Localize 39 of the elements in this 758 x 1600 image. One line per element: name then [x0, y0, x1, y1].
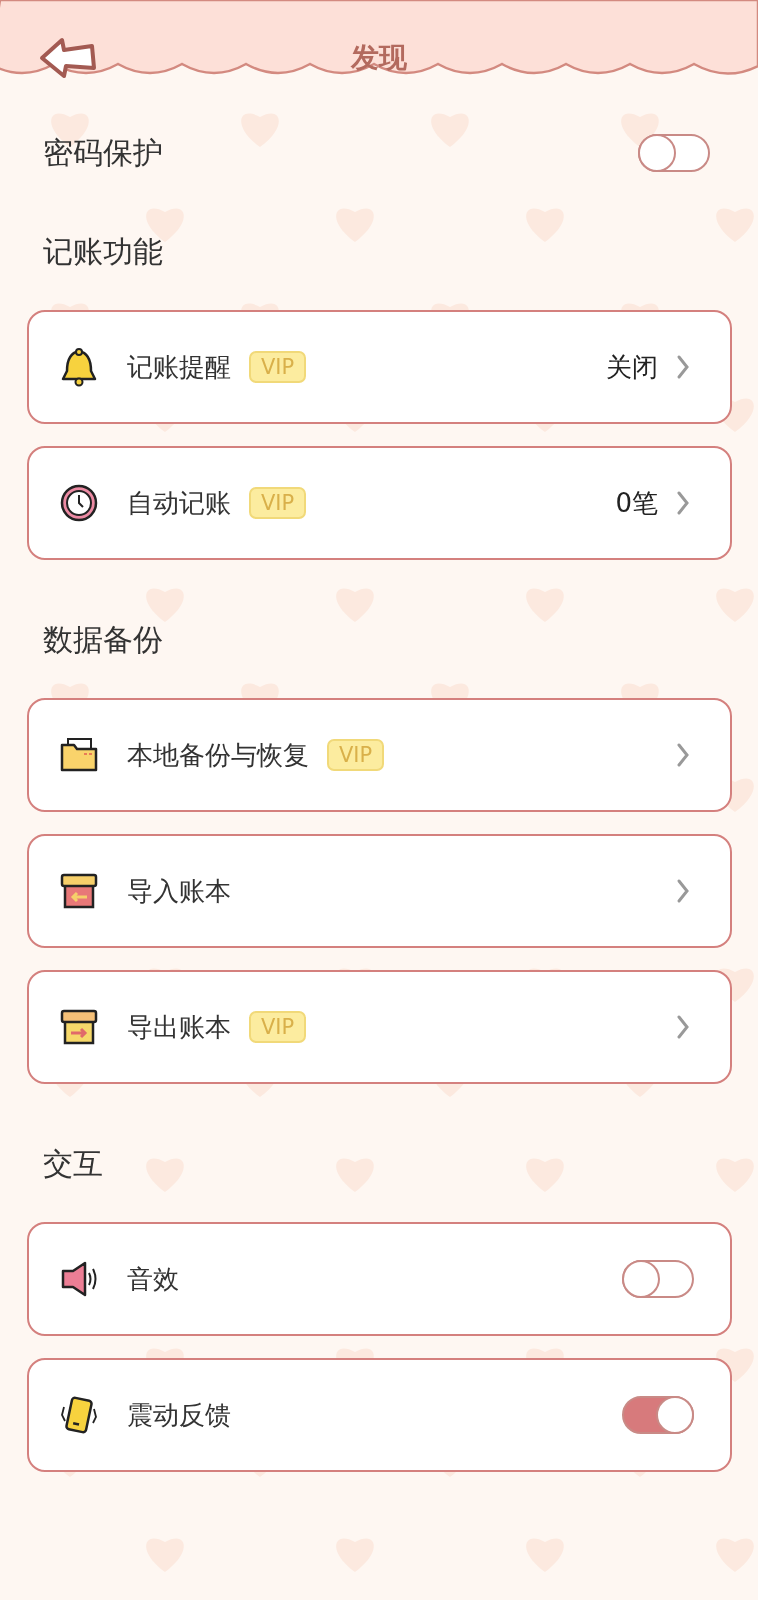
vip-badge: VIP [249, 487, 307, 519]
vip-badge: VIP [249, 351, 307, 383]
toggle-switch[interactable] [622, 1396, 694, 1434]
setting-value: 0笔 [615, 486, 658, 520]
setting-label: 导入账本 [127, 874, 231, 908]
menu-card[interactable]: 导入账本 [27, 834, 732, 948]
box-arrow-icon [59, 871, 99, 911]
menu-card[interactable]: 本地备份与恢复 VIP [27, 698, 732, 812]
section-title: 交互 [43, 1145, 103, 1183]
setting-label: 记账提醒 [127, 350, 231, 384]
menu-card[interactable]: 记账提醒 VIP 关闭 [27, 310, 732, 424]
section-title: 记账功能 [43, 233, 163, 271]
vip-badge: VIP [249, 1011, 307, 1043]
chevron-icon [676, 742, 690, 768]
chevron-icon [676, 878, 690, 904]
page-title: 发现 [349, 40, 408, 76]
setting-label: 震动反馈 [127, 1398, 231, 1432]
vip-badge: VIP [327, 739, 385, 771]
toggle-switch[interactable] [638, 134, 710, 172]
menu-card[interactable]: 自动记账 VIP 0笔 [27, 446, 732, 560]
chevron-icon [676, 354, 690, 380]
box-arrow-icon [59, 1007, 99, 1047]
setting-label: 音效 [127, 1262, 179, 1296]
back-button[interactable] [38, 36, 98, 80]
menu-card[interactable]: 导出账本 VIP [27, 970, 732, 1084]
section-title: 数据备份 [43, 621, 163, 659]
bell-icon [59, 347, 99, 387]
setting-value: 关闭 [606, 350, 658, 384]
setting-label: 自动记账 [127, 486, 231, 520]
chevron-icon [676, 490, 690, 516]
toggle-switch[interactable] [622, 1260, 694, 1298]
clock-icon [59, 483, 99, 523]
setting-label: 导出账本 [127, 1010, 231, 1044]
speaker-icon [59, 1259, 99, 1299]
setting-label: 本地备份与恢复 [127, 738, 309, 772]
heart-shape [621, 113, 659, 147]
setting-label: 密码保护 [43, 133, 163, 172]
chevron-icon [676, 1014, 690, 1040]
phone-icon [59, 1395, 99, 1435]
